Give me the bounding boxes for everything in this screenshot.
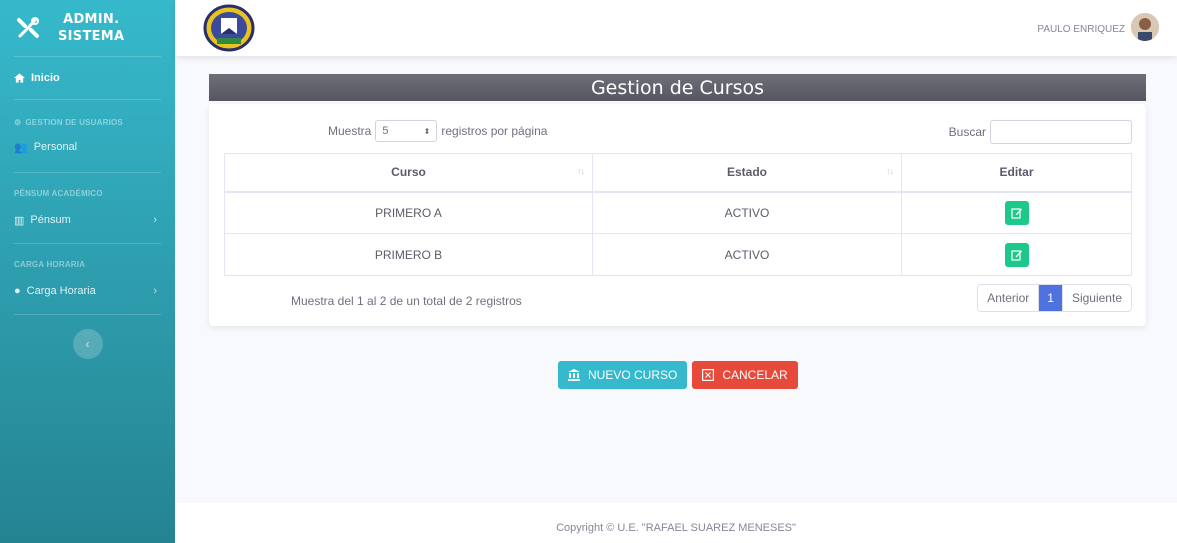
user-photo — [1131, 13, 1159, 41]
sidebar-item-inicio[interactable]: Inicio — [0, 57, 175, 99]
column-header-editar: Editar — [901, 153, 1132, 193]
sidebar-item-label: Carga Horaria — [26, 285, 96, 297]
pagination: Anterior 1 Siguiente — [977, 284, 1132, 312]
sidebar-item-label: Pénsum — [30, 214, 71, 226]
column-header-estado[interactable]: Estado ↑↓ — [592, 153, 902, 193]
column-header-label: Estado — [726, 165, 767, 180]
page-1-button[interactable]: 1 — [1038, 285, 1062, 311]
cancel-label: CANCELAR — [722, 368, 788, 382]
pagination-info: Muestra del 1 al 2 de un total de 2 regi… — [291, 294, 522, 308]
school-crest-logo — [203, 4, 255, 52]
sidebar-item-personal[interactable]: 👥 Personal — [0, 132, 175, 162]
sort-icon: ↑↓ — [886, 166, 894, 176]
next-page-button[interactable]: Siguiente — [1061, 285, 1131, 311]
sidebar-brand[interactable]: ADMIN. SISTEMA — [0, 0, 175, 56]
footer: Copyright © U.E. "RAFAEL SUAREZ MENESES" — [175, 503, 1177, 543]
table-row: PRIMERO B ACTIVO — [224, 233, 1132, 276]
courses-table: Curso ↑↓ Estado ↑↓ Editar PRIMERO A ACTI… — [224, 153, 1132, 276]
cell-estado: ACTIVO — [592, 233, 902, 276]
sidebar-item-label: Inicio — [31, 72, 60, 84]
page-size-control: Muestra 5 ⬍ registros por página — [328, 120, 547, 142]
chevron-left-icon: ‹ — [85, 337, 90, 351]
brand-text: ADMIN. SISTEMA — [58, 11, 124, 45]
cell-curso: PRIMERO A — [224, 191, 593, 234]
edit-icon — [1010, 208, 1022, 219]
chevron-right-icon: › — [153, 285, 157, 297]
divider — [14, 314, 161, 315]
copyright-text: Copyright © U.E. "RAFAEL SUAREZ MENESES" — [556, 522, 796, 534]
cell-curso: PRIMERO B — [224, 233, 593, 276]
close-box-icon — [702, 369, 715, 381]
sidebar-item-label: Personal — [33, 141, 78, 153]
chevron-right-icon: › — [153, 214, 157, 226]
section-heading-label: GESTION DE USUARIOS — [25, 117, 123, 127]
new-course-label: NUEVO CURSO — [588, 368, 678, 382]
edit-button[interactable] — [1004, 242, 1029, 267]
user-menu[interactable]: PAULO ENRIQUEZ — [1037, 13, 1159, 41]
user-name: PAULO ENRIQUEZ — [1037, 24, 1125, 35]
section-heading-carga: CARGA HORARIA — [0, 254, 175, 274]
main-content: Gestion de Cursos Muestra 5 ⬍ registros … — [175, 56, 1177, 543]
search-input[interactable] — [990, 120, 1132, 144]
column-header-label: Curso — [391, 165, 426, 180]
new-course-button[interactable]: NUEVO CURSO — [558, 361, 688, 389]
avatar[interactable] — [1131, 13, 1159, 41]
brand-line-1: ADMIN. — [63, 12, 120, 27]
table-controls: Muestra 5 ⬍ registros por página Buscar — [224, 120, 1132, 144]
previous-page-button[interactable]: Anterior — [978, 285, 1039, 311]
page-size-value: 5 — [382, 125, 389, 137]
section-heading-usuarios: ⚙ GESTION DE USUARIOS — [0, 112, 175, 132]
brand-line-2: SISTEMA — [58, 29, 125, 44]
per-page-label: registros por página — [441, 124, 548, 138]
sort-icon: ↑↓ — [577, 166, 585, 176]
cancel-button[interactable]: CANCELAR — [692, 361, 798, 389]
sidebar: ADMIN. SISTEMA Inicio ⚙ GESTION DE USUAR… — [0, 0, 175, 543]
users-cog-icon: ⚙ — [14, 117, 22, 127]
bank-icon — [568, 369, 580, 381]
edit-icon — [1010, 249, 1022, 261]
cell-estado: ACTIVO — [592, 191, 902, 234]
column-header-label: Editar — [999, 165, 1034, 180]
cell-editar — [901, 191, 1132, 234]
sidebar-item-pensum[interactable]: ▥ Pénsum › — [0, 203, 175, 237]
sidebar-toggle-button[interactable]: ‹ — [72, 329, 103, 359]
clock-icon: ● — [14, 285, 21, 297]
cell-editar — [901, 233, 1132, 276]
column-header-curso[interactable]: Curso ↑↓ — [224, 153, 593, 193]
show-label: Muestra — [328, 124, 372, 138]
table-header-row: Curso ↑↓ Estado ↑↓ Editar — [224, 153, 1132, 193]
courses-card: Muestra 5 ⬍ registros por página Buscar … — [209, 104, 1146, 326]
action-buttons: NUEVO CURSO CANCELAR — [558, 361, 798, 389]
table-row: PRIMERO A ACTIVO — [224, 191, 1132, 234]
sidebar-item-carga-horaria[interactable]: ● Carga Horaria › — [0, 274, 175, 308]
section-heading-pensum: PÉNSUM ACADÉMICO — [0, 183, 175, 203]
search-label: Buscar — [948, 125, 986, 139]
home-icon — [14, 73, 25, 83]
select-arrows-icon: ⬍ — [423, 126, 431, 136]
page-size-select[interactable]: 5 ⬍ — [375, 120, 438, 142]
columns-icon: ▥ — [14, 214, 25, 227]
edit-button[interactable] — [1004, 200, 1029, 225]
topbar: PAULO ENRIQUEZ — [175, 0, 1177, 56]
section-heading-label: PÉNSUM ACADÉMICO — [14, 188, 103, 198]
page-title: Gestion de Cursos — [209, 74, 1146, 101]
users-icon: 👥 — [14, 141, 28, 154]
section-heading-label: CARGA HORARIA — [14, 259, 86, 269]
search-control: Buscar — [949, 120, 1132, 144]
tools-icon — [17, 17, 39, 38]
